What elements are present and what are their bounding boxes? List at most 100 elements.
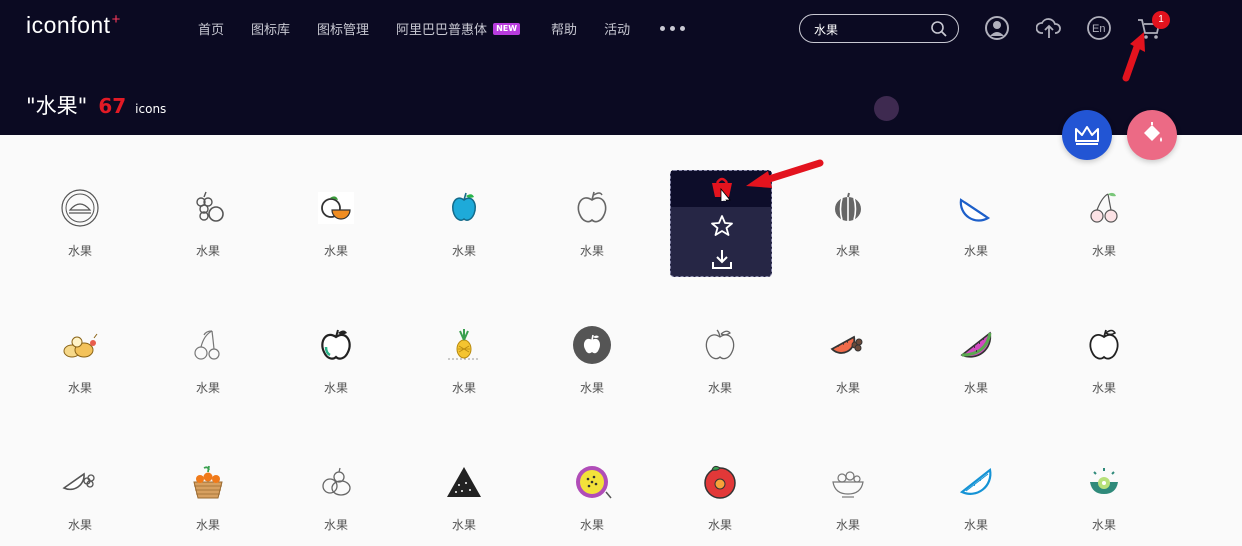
icon-card[interactable]: 水果 [528, 135, 656, 272]
icon-card[interactable]: 水果 [144, 135, 272, 272]
fruits-outline-icon [322, 467, 351, 496]
apple-leaf-icon [321, 329, 351, 360]
watermelon-outline-icon [62, 472, 95, 491]
icon-card[interactable]: 水果 [272, 409, 400, 546]
fruit-bowl-icon [832, 471, 864, 498]
icon-label: 水果 [707, 381, 732, 395]
apple-thin-icon [705, 329, 735, 360]
cherries-icon [1090, 192, 1118, 223]
icon-label: 水果 [579, 381, 604, 395]
icon-card[interactable]: 水果 [400, 272, 528, 409]
cart-count-badge: 1 [1152, 11, 1170, 29]
nav-help[interactable]: 帮助 [551, 19, 577, 38]
user-avatar-icon[interactable] [984, 14, 1010, 42]
watermelon-grapes-icon [830, 335, 863, 354]
icon-label: 水果 [195, 381, 220, 395]
icon-label: 水果 [707, 518, 732, 532]
icon-card[interactable]: 水果 [912, 409, 1040, 546]
search-icon[interactable] [930, 20, 948, 38]
icon-label: 水果 [67, 244, 92, 258]
upload-cloud-icon[interactable] [1036, 14, 1062, 42]
icon-label: 水果 [323, 518, 348, 532]
icon-card[interactable]: 水果 [16, 272, 144, 409]
svg-text:En: En [1092, 23, 1105, 35]
icon-card[interactable]: 水果 [656, 272, 784, 409]
icon-label: 水果 [579, 518, 604, 532]
logo-text: iconfont [26, 12, 111, 38]
nav-activity-label: 活动 [604, 23, 631, 38]
nav-icon-management[interactable]: 图标管理 [317, 19, 369, 38]
result-unit: icons [135, 102, 167, 116]
icon-label: 水果 [1091, 381, 1116, 395]
search-input[interactable] [814, 20, 924, 38]
icon-card[interactable]: 水果 [400, 135, 528, 272]
icon-label: 水果 [963, 244, 988, 258]
star-icon[interactable] [710, 214, 734, 238]
nav-alibaba-font[interactable]: 阿里巴巴普惠体 NEW [396, 19, 521, 38]
icon-card[interactable]: 水果 [144, 272, 272, 409]
icon-label: 水果 [451, 244, 476, 258]
passion-fruit-icon [576, 466, 612, 499]
icon-label: 水果 [835, 381, 860, 395]
icon-label: 水果 [451, 381, 476, 395]
pineapple-icon [448, 329, 480, 360]
nav-icon-library[interactable]: 图标库 [251, 19, 290, 38]
search-box [799, 14, 959, 43]
icon-card[interactable]: 水果 [528, 272, 656, 409]
language-switch-icon[interactable]: En [1086, 14, 1112, 42]
nav-icon-library-label: 图标库 [251, 23, 291, 38]
blue-apple-icon [452, 192, 476, 221]
main-nav: 首页 图标库 图标管理 阿里巴巴普惠体 NEW 帮助 活动 [198, 19, 686, 38]
icon-label: 水果 [835, 244, 860, 258]
annotation-arrow-hover [746, 159, 824, 188]
icon-label: 水果 [323, 381, 348, 395]
icon-card[interactable]: 水果 [16, 409, 144, 546]
icon-card[interactable]: 水果 [16, 135, 144, 272]
icon-card[interactable]: 水果 [912, 272, 1040, 409]
icon-label: 水果 [451, 518, 476, 532]
icon-card[interactable]: 水果 [144, 409, 272, 546]
add-to-cart-icon[interactable] [709, 177, 735, 201]
icon-label: 水果 [1091, 518, 1116, 532]
header: iconfont+ 首页 图标库 图标管理 阿里巴巴普惠体 NEW 帮助 活动 E… [0, 0, 1242, 135]
watermelon-slice-icon [959, 198, 991, 222]
icon-card[interactable]: 水果 [272, 135, 400, 272]
download-icon[interactable] [710, 247, 734, 271]
icon-card[interactable]: 水果 [1040, 272, 1168, 409]
cherry-outline-icon [194, 330, 220, 360]
icon-label: 水果 [195, 244, 220, 258]
nav-icon-management-label: 图标管理 [317, 23, 370, 38]
icon-card[interactable]: 水果 [400, 409, 528, 546]
nav-home[interactable]: 首页 [198, 19, 224, 38]
icon-card[interactable]: 水果 [528, 409, 656, 546]
icon-label: 水果 [963, 381, 988, 395]
kiwi-bowl-icon [1090, 468, 1118, 494]
watermelon-blue-icon [959, 468, 992, 495]
decorative-dot [874, 96, 899, 121]
icon-card[interactable]: 水果 [1040, 135, 1168, 272]
icon-card[interactable]: 水果 [656, 409, 784, 546]
watermelon-purple-icon [960, 331, 992, 358]
nav-home-label: 首页 [198, 23, 225, 38]
new-badge: NEW [493, 22, 521, 35]
fruit-pile-icon [63, 333, 98, 358]
icon-card[interactable]: 水果 [784, 409, 912, 546]
icon-card[interactable]: 水果 [784, 272, 912, 409]
nav-help-label: 帮助 [551, 23, 578, 38]
apple-bold-icon [1089, 329, 1119, 360]
iconfont-logo[interactable]: iconfont+ [26, 11, 121, 39]
icon-card[interactable]: 水果 [272, 272, 400, 409]
more-menu-icon[interactable] [660, 26, 686, 31]
red-fruit-icon [704, 465, 736, 499]
icon-card[interactable]: 水果 [1040, 409, 1168, 546]
annotation-arrow-cart [1122, 32, 1145, 82]
results-title: "水果" 67 icons [26, 90, 166, 120]
orange-slice-icon [318, 192, 354, 224]
nav-activity[interactable]: 活动 [604, 19, 630, 38]
icon-label: 水果 [67, 381, 92, 395]
icon-card[interactable]: 水果 [912, 135, 1040, 272]
apple-outline-icon [577, 191, 607, 223]
grapes-icon [196, 191, 224, 222]
icon-label: 水果 [195, 518, 220, 532]
plate-fruit-icon [61, 189, 99, 227]
